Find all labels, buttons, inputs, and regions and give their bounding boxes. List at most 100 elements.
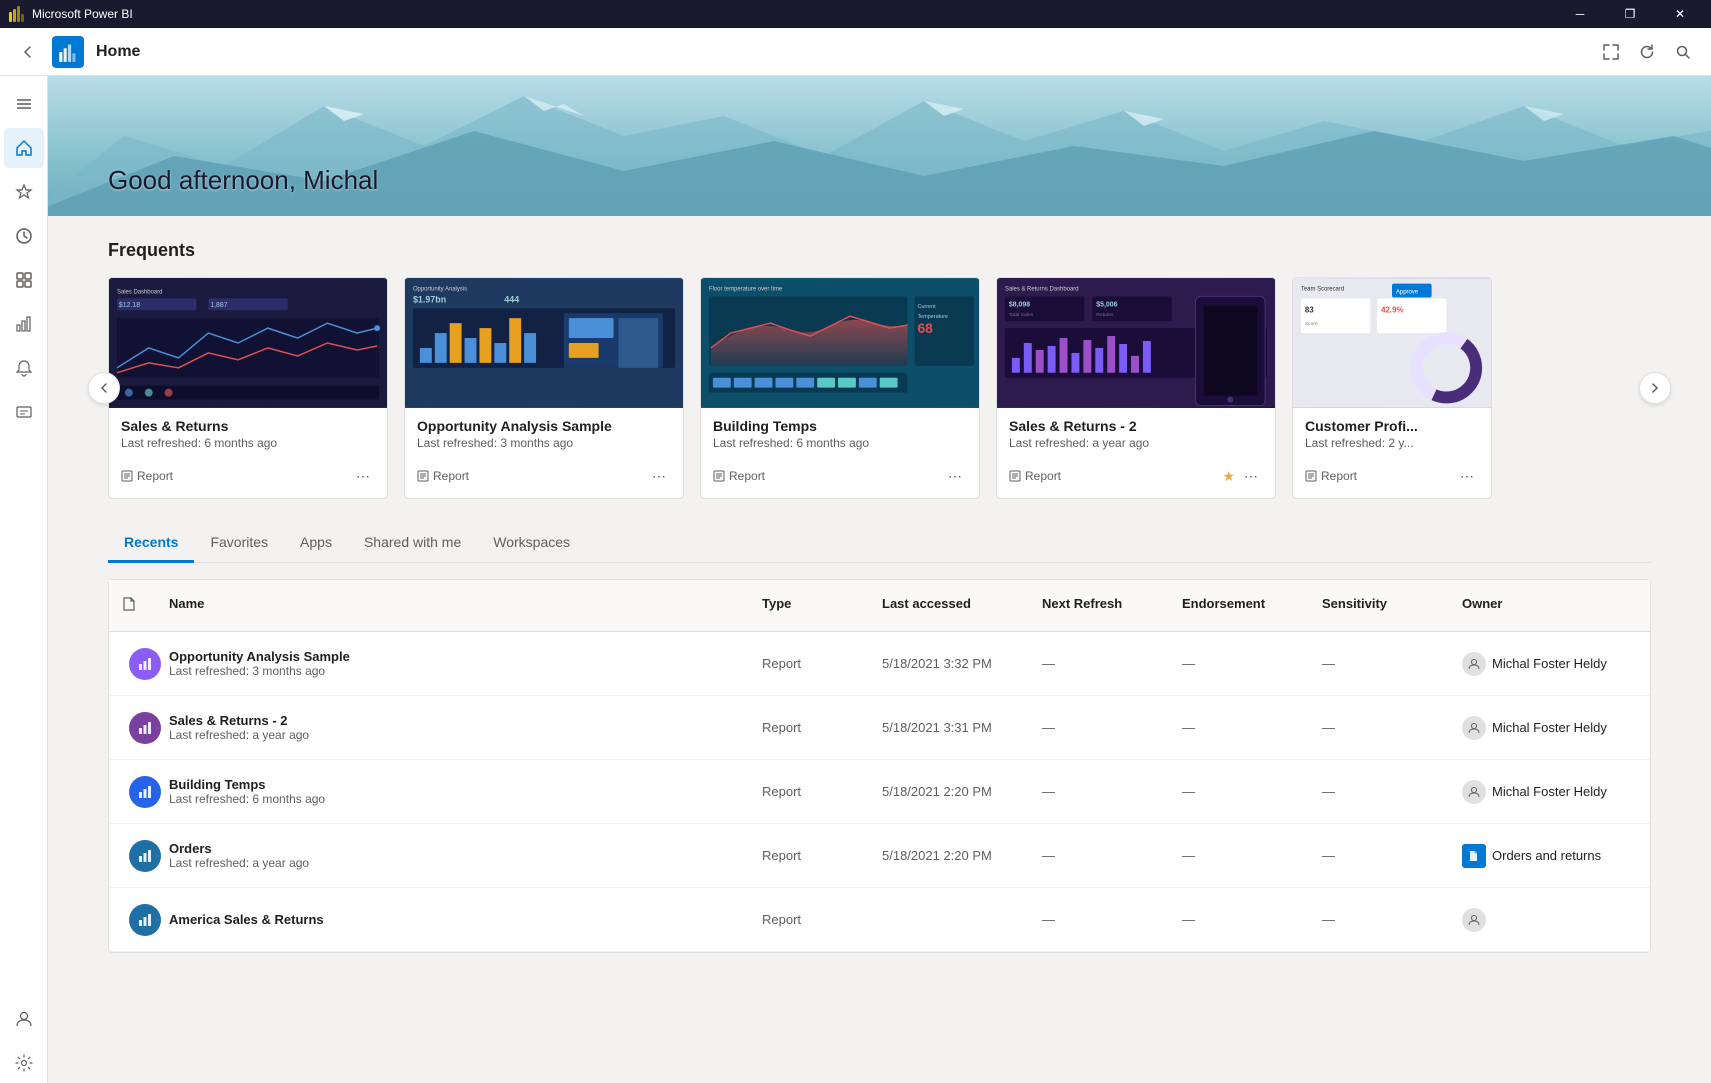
row-refresh-1: — (1030, 712, 1170, 743)
sidebar-item-recents[interactable] (4, 216, 44, 256)
sidebar-item-apps[interactable] (4, 260, 44, 300)
tab-apps[interactable]: Apps (284, 524, 348, 563)
card-more-button-0[interactable]: ⋯ (351, 464, 375, 488)
card-title-1: Opportunity Analysis Sample (417, 418, 671, 434)
row-type-1: Report (750, 712, 870, 743)
app-title: Microsoft Power BI (32, 7, 1549, 21)
card-chart-3: Sales & Returns Dashboard $8,098 Total S… (997, 278, 1275, 408)
card-type-0: Report (121, 469, 347, 483)
owner-avatar-1 (1462, 716, 1486, 740)
table-row: America Sales & Returns Report — — — (109, 888, 1650, 952)
tab-workspaces[interactable]: Workspaces (477, 524, 586, 563)
settings-icon (15, 1054, 33, 1072)
card-more-button-3[interactable]: ⋯ (1239, 464, 1263, 488)
tab-shared-with-me[interactable]: Shared with me (348, 524, 477, 563)
powerbi-logo-icon (8, 6, 24, 22)
row-refresh-0: — (1030, 648, 1170, 679)
row-owner-cell-0: Michal Foster Heldy (1450, 644, 1650, 684)
svg-text:42.9%: 42.9% (1381, 305, 1403, 314)
owner-4 (1462, 908, 1638, 932)
recents-icon (15, 227, 33, 245)
row-name-cell-2: Building Temps Last refreshed: 6 months … (157, 769, 750, 814)
tab-recents[interactable]: Recents (108, 524, 194, 563)
back-button[interactable] (12, 36, 44, 68)
cards-prev-button[interactable] (88, 372, 120, 404)
search-button[interactable] (1667, 36, 1699, 68)
favorites-icon (15, 183, 33, 201)
row-accessed-2: 5/18/2021 2:20 PM (870, 776, 1030, 807)
sidebar-item-menu[interactable] (4, 84, 44, 124)
doc-icon-3 (1469, 850, 1479, 862)
svg-text:Floor temperature over time: Floor temperature over time (709, 286, 783, 292)
row-type-3: Report (750, 840, 870, 871)
refresh-button[interactable] (1631, 36, 1663, 68)
workspace-icon (15, 403, 33, 421)
owner-avatar-0 (1462, 652, 1486, 676)
card-info-1: Opportunity Analysis Sample Last refresh… (405, 408, 683, 460)
frequent-card-1[interactable]: Opportunity Analysis $1.97bn 444 (404, 277, 684, 499)
report-icon-3 (1009, 470, 1021, 482)
frequent-card-3[interactable]: Sales & Returns Dashboard $8,098 Total S… (996, 277, 1276, 499)
row-icon-cell-2 (109, 768, 157, 816)
sidebar-item-favorites[interactable] (4, 172, 44, 212)
card-info-4: Customer Profi... Last refreshed: 2 y... (1293, 408, 1491, 460)
sidebar-item-profile[interactable] (4, 999, 44, 1039)
sidebar (0, 76, 48, 1083)
frequent-card-0[interactable]: Sales Dashboard $12.18 1,887 (108, 277, 388, 499)
svg-text:Sales Dashboard: Sales Dashboard (117, 289, 163, 295)
card-footer-3: Report ★ ⋯ (997, 460, 1275, 498)
card-more-button-4[interactable]: ⋯ (1455, 464, 1479, 488)
cards-next-button[interactable] (1639, 372, 1671, 404)
row-type-4: Report (750, 904, 870, 935)
card-chart-1: Opportunity Analysis $1.97bn 444 (405, 278, 683, 408)
frequent-card-2[interactable]: Floor temperature over time (700, 277, 980, 499)
card-subtitle-3: Last refreshed: a year ago (1009, 436, 1263, 450)
owner-3: Orders and returns (1462, 844, 1638, 868)
card-preview-1: Opportunity Analysis $1.97bn 444 (405, 278, 683, 408)
chevron-left-icon (98, 382, 110, 394)
fullscreen-button[interactable] (1595, 36, 1627, 68)
col-last-accessed: Last accessed (870, 588, 1030, 623)
card-subtitle-4: Last refreshed: 2 y... (1305, 436, 1479, 450)
row-name-cell-0: Opportunity Analysis Sample Last refresh… (157, 641, 750, 686)
svg-text:Sales & Returns Dashboard: Sales & Returns Dashboard (1005, 286, 1079, 292)
search-icon (1675, 44, 1691, 60)
metrics-icon (15, 315, 33, 333)
frequent-card-4[interactable]: Team Scorecard Approve 83 Score 42.9% (1292, 277, 1492, 499)
bell-icon (15, 359, 33, 377)
col-icon (109, 588, 157, 623)
row-icon-cell-3 (109, 832, 157, 880)
content-area: Good afternoon, Michal Frequents (0, 76, 1711, 1083)
minimize-button[interactable]: ─ (1557, 0, 1603, 28)
row-owner-cell-4 (1450, 900, 1650, 940)
card-footer-0: Report ⋯ (109, 460, 387, 498)
card-starred-area-3: ★ (1222, 468, 1235, 485)
card-more-button-1[interactable]: ⋯ (647, 464, 671, 488)
apps-icon (15, 271, 33, 289)
tab-favorites[interactable]: Favorites (194, 524, 284, 563)
row-type-0: Report (750, 648, 870, 679)
row-name-cell-3: Orders Last refreshed: a year ago (157, 833, 750, 878)
card-title-2: Building Temps (713, 418, 967, 434)
brand-logo (52, 36, 84, 68)
card-footer-1: Report ⋯ (405, 460, 683, 498)
row-sensitivity-1: — (1310, 712, 1450, 743)
sidebar-item-workspaces[interactable] (4, 392, 44, 432)
table-header: Name Type Last accessed Next Refresh End… (109, 580, 1650, 632)
table-row: Sales & Returns - 2 Last refreshed: a ye… (109, 696, 1650, 760)
table-row: Orders Last refreshed: a year ago Report… (109, 824, 1650, 888)
close-button[interactable]: ✕ (1657, 0, 1703, 28)
sidebar-item-settings[interactable] (4, 1043, 44, 1083)
restore-button[interactable]: ❐ (1607, 0, 1653, 28)
recents-section: Recents Favorites Apps Shared with me Wo… (48, 523, 1711, 977)
svg-text:Current: Current (917, 304, 936, 310)
row-endorsement-3: — (1170, 840, 1310, 871)
card-more-button-2[interactable]: ⋯ (943, 464, 967, 488)
chart-icon-4 (137, 912, 153, 928)
sidebar-item-notifications[interactable] (4, 348, 44, 388)
report-icon-1 (417, 470, 429, 482)
row-icon-cell-4 (109, 896, 157, 944)
sidebar-item-metrics[interactable] (4, 304, 44, 344)
sidebar-item-home[interactable] (4, 128, 44, 168)
page-title: Home (96, 43, 140, 61)
